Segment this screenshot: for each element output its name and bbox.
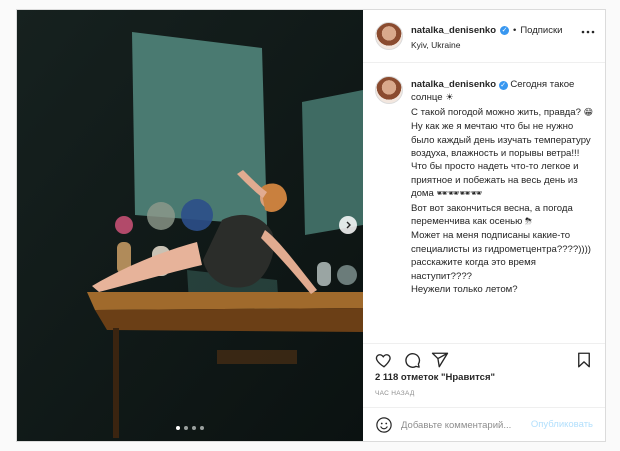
more-options-icon[interactable] [581,30,595,34]
caption-line: Может на меня подписаны какие-то специал… [411,230,591,282]
caption-line: Неужели только летом? [411,284,518,296]
separator: • [513,25,517,36]
username-link[interactable]: natalka_denisenko [411,79,496,90]
grin-emoji: 😁 [583,107,594,118]
likes-count[interactable]: 2 118 отметок "Нравится" [375,372,495,383]
post-header: natalka_denisenko ✓ • Подписки Kyiv, Ukr… [363,10,605,63]
photo-scene [17,10,363,441]
next-slide-button[interactable] [339,216,357,234]
storm-emoji: ⛈ [525,217,533,228]
action-bar [363,343,605,370]
verified-icon: ✓ [500,26,510,35]
post-time[interactable]: ЧАС НАЗАД [375,390,415,397]
chevron-right-icon [346,221,351,229]
sunglasses-emoji: 🕶🕶🕶🕶 [436,189,483,200]
caption-line: Вот вот закончиться весна, а погода пере… [411,202,573,228]
carousel-dot [176,426,180,430]
carousel-dots [17,426,363,430]
instagram-post: natalka_denisenko ✓ • Подписки Kyiv, Ukr… [16,9,606,442]
username-link[interactable]: natalka_denisenko [411,25,496,36]
publish-button[interactable]: Опубликовать [531,419,593,430]
post-photo[interactable] [17,10,363,441]
heart-icon[interactable] [375,351,393,369]
sun-emoji: ☀ [445,93,454,104]
comment-input[interactable] [401,418,541,432]
caption-line: С такой погодой можно жить, правда? [411,106,581,118]
carousel-dot [200,426,204,430]
caption-line: Ну как же я мечтаю что бы не нужно было … [411,121,591,200]
bookmark-icon[interactable] [575,351,593,369]
location-link[interactable]: Kyiv, Ukraine [411,40,460,50]
comment-icon[interactable] [403,351,421,369]
following-button[interactable]: Подписки [520,25,562,36]
post-sidebar: natalka_denisenko ✓ • Подписки Kyiv, Ukr… [363,10,605,441]
smile-icon[interactable] [375,416,393,434]
caption-area: natalka_denisenko ✓ Сегодня такое солнце… [363,62,605,332]
comment-bar: Опубликовать [363,407,605,442]
verified-icon: ✓ [498,81,508,90]
share-icon[interactable] [431,351,449,369]
carousel-dot [184,426,188,430]
avatar[interactable] [375,22,403,50]
caption-text: natalka_denisenko ✓ Сегодня такое солнце… [411,78,597,297]
avatar[interactable] [375,76,403,104]
carousel-dot [192,426,196,430]
